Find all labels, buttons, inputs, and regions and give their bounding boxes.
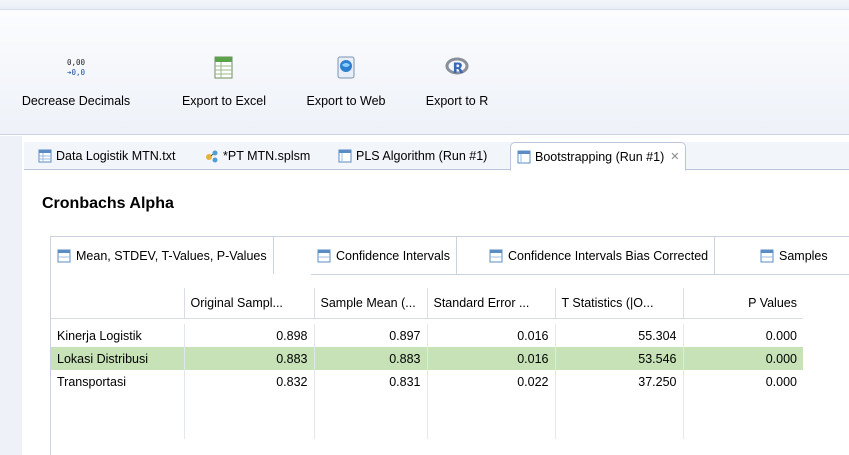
cell: 0.016: [426, 324, 555, 347]
column-header[interactable]: Original Sampl...: [183, 288, 314, 319]
table-row[interactable]: Kinerja Logistik 0.898 0.897 0.016 55.30…: [51, 324, 803, 347]
decrease-decimals-button[interactable]: 0,00 ➔0,0 Decrease Decimals: [2, 54, 150, 108]
cell: 0.016: [426, 347, 555, 370]
tab-label: PLS Algorithm (Run #1): [356, 149, 488, 163]
export-to-r-button[interactable]: R Export to R: [415, 54, 499, 108]
svg-text:R: R: [453, 61, 464, 77]
subtab-label: Confidence Intervals: [336, 248, 450, 263]
table-icon: [489, 249, 503, 262]
row-label: Transportasi: [57, 374, 127, 389]
report-icon: [338, 149, 352, 163]
decrease-decimals-label: Decrease Decimals: [21, 94, 131, 108]
decrease-decimals-icon: 0,00 ➔0,0: [67, 58, 86, 77]
subtab-mean-stdev[interactable]: Mean, STDEV, T-Values, P-Values: [51, 237, 274, 274]
table-row[interactable]: Transportasi 0.832 0.831 0.022 37.250 0.…: [51, 370, 803, 393]
excel-icon: [214, 56, 233, 79]
export-to-web-label: Export to Web: [306, 94, 386, 108]
subtab-label: Samples: [779, 248, 828, 263]
model-icon: [206, 150, 218, 163]
cell: 0.883: [313, 347, 427, 370]
column-header[interactable]: P Values: [682, 288, 803, 319]
table-icon: [760, 249, 774, 262]
cell: 0.000: [682, 347, 803, 370]
cell: 0.000: [682, 370, 803, 393]
r-icon: R: [445, 57, 469, 77]
table-icon: [57, 249, 71, 262]
tab-pls-algorithm[interactable]: PLS Algorithm (Run #1): [332, 142, 493, 170]
column-header[interactable]: Sample Mean (...: [313, 288, 427, 319]
subtab-confidence-intervals[interactable]: Confidence Intervals: [311, 237, 457, 274]
editor-tab-bar: Data Logistik MTN.txt *PT MTN.splsm PLS …: [24, 142, 849, 171]
cell: 0.883: [183, 347, 314, 370]
tab-bootstrapping[interactable]: Bootstrapping (Run #1) ✕: [510, 142, 687, 171]
svg-text:0,00: 0,00: [67, 58, 86, 67]
table-row-selected[interactable]: Lokasi Distribusi 0.883 0.883 0.016 53.5…: [51, 347, 803, 370]
cell: 0.898: [183, 324, 314, 347]
column-header[interactable]: Standard Error ...: [426, 288, 555, 319]
table-row-empty: [51, 393, 803, 416]
export-to-r-label: Export to R: [425, 94, 489, 108]
subtab-label: Mean, STDEV, T-Values, P-Values: [76, 248, 267, 263]
subtab-samples[interactable]: Samples: [754, 237, 834, 274]
results-table: Original Sampl... Sample Mean (... Stand…: [51, 274, 803, 439]
row-header-corner: [51, 288, 184, 319]
tab-label: Bootstrapping (Run #1): [535, 149, 665, 164]
tab-label: *PT MTN.splsm: [223, 149, 311, 163]
result-subtab-bar: Mean, STDEV, T-Values, P-Values Confiden…: [50, 236, 849, 275]
tab-data-logistik[interactable]: Data Logistik MTN.txt: [32, 142, 181, 170]
export-to-excel-button[interactable]: Export to Excel: [174, 54, 274, 108]
svg-text:➔0,0: ➔0,0: [67, 68, 86, 77]
export-to-excel-label: Export to Excel: [181, 94, 267, 108]
section-title: Cronbachs Alpha: [42, 195, 174, 212]
cell: 55.304: [554, 324, 683, 347]
column-header[interactable]: T Statistics (|O...: [554, 288, 683, 319]
results-grid: Original Sampl... Sample Mean (... Stand…: [50, 274, 849, 455]
close-icon[interactable]: ✕: [670, 150, 679, 163]
cell: 0.000: [682, 324, 803, 347]
report-icon: [517, 150, 531, 163]
tab-pt-mtn-splsm[interactable]: *PT MTN.splsm: [199, 142, 316, 170]
row-label: Kinerja Logistik: [57, 328, 142, 343]
row-label: Lokasi Distribusi: [51, 347, 184, 370]
cell: 0.022: [426, 370, 555, 393]
tab-label: Data Logistik MTN.txt: [56, 149, 176, 163]
window-top-bar: [0, 0, 849, 10]
cell: 37.250: [554, 370, 683, 393]
subtab-confidence-intervals-bias-corrected[interactable]: Confidence Intervals Bias Corrected: [483, 237, 716, 274]
cell: 0.832: [183, 370, 314, 393]
cell: 0.897: [313, 324, 427, 347]
table-icon: [317, 249, 331, 262]
data-file-icon: [38, 149, 52, 163]
export-to-web-button[interactable]: Export to Web: [300, 54, 392, 108]
table-header-row: Original Sampl... Sample Mean (... Stand…: [51, 288, 803, 319]
left-panel-strip: [0, 136, 22, 455]
cell: 53.546: [554, 347, 683, 370]
table-row-empty: [51, 416, 803, 439]
toolbar: 0,00 ➔0,0 Decrease Decimals Export to Ex…: [0, 10, 849, 135]
subtab-label: Confidence Intervals Bias Corrected: [508, 248, 709, 263]
web-icon: [337, 56, 355, 79]
cell: 0.831: [313, 370, 427, 393]
